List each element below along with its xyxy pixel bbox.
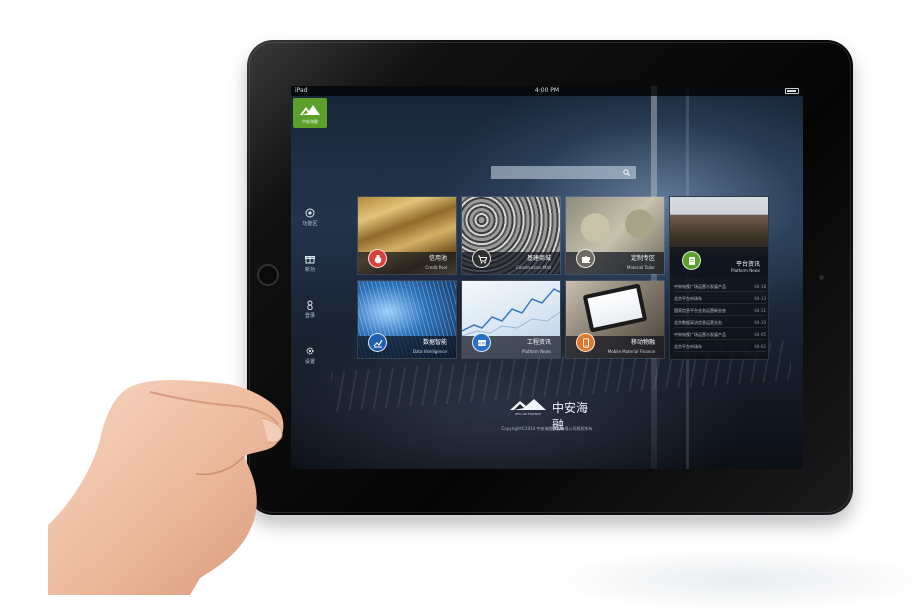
hand-graphic — [48, 380, 284, 595]
